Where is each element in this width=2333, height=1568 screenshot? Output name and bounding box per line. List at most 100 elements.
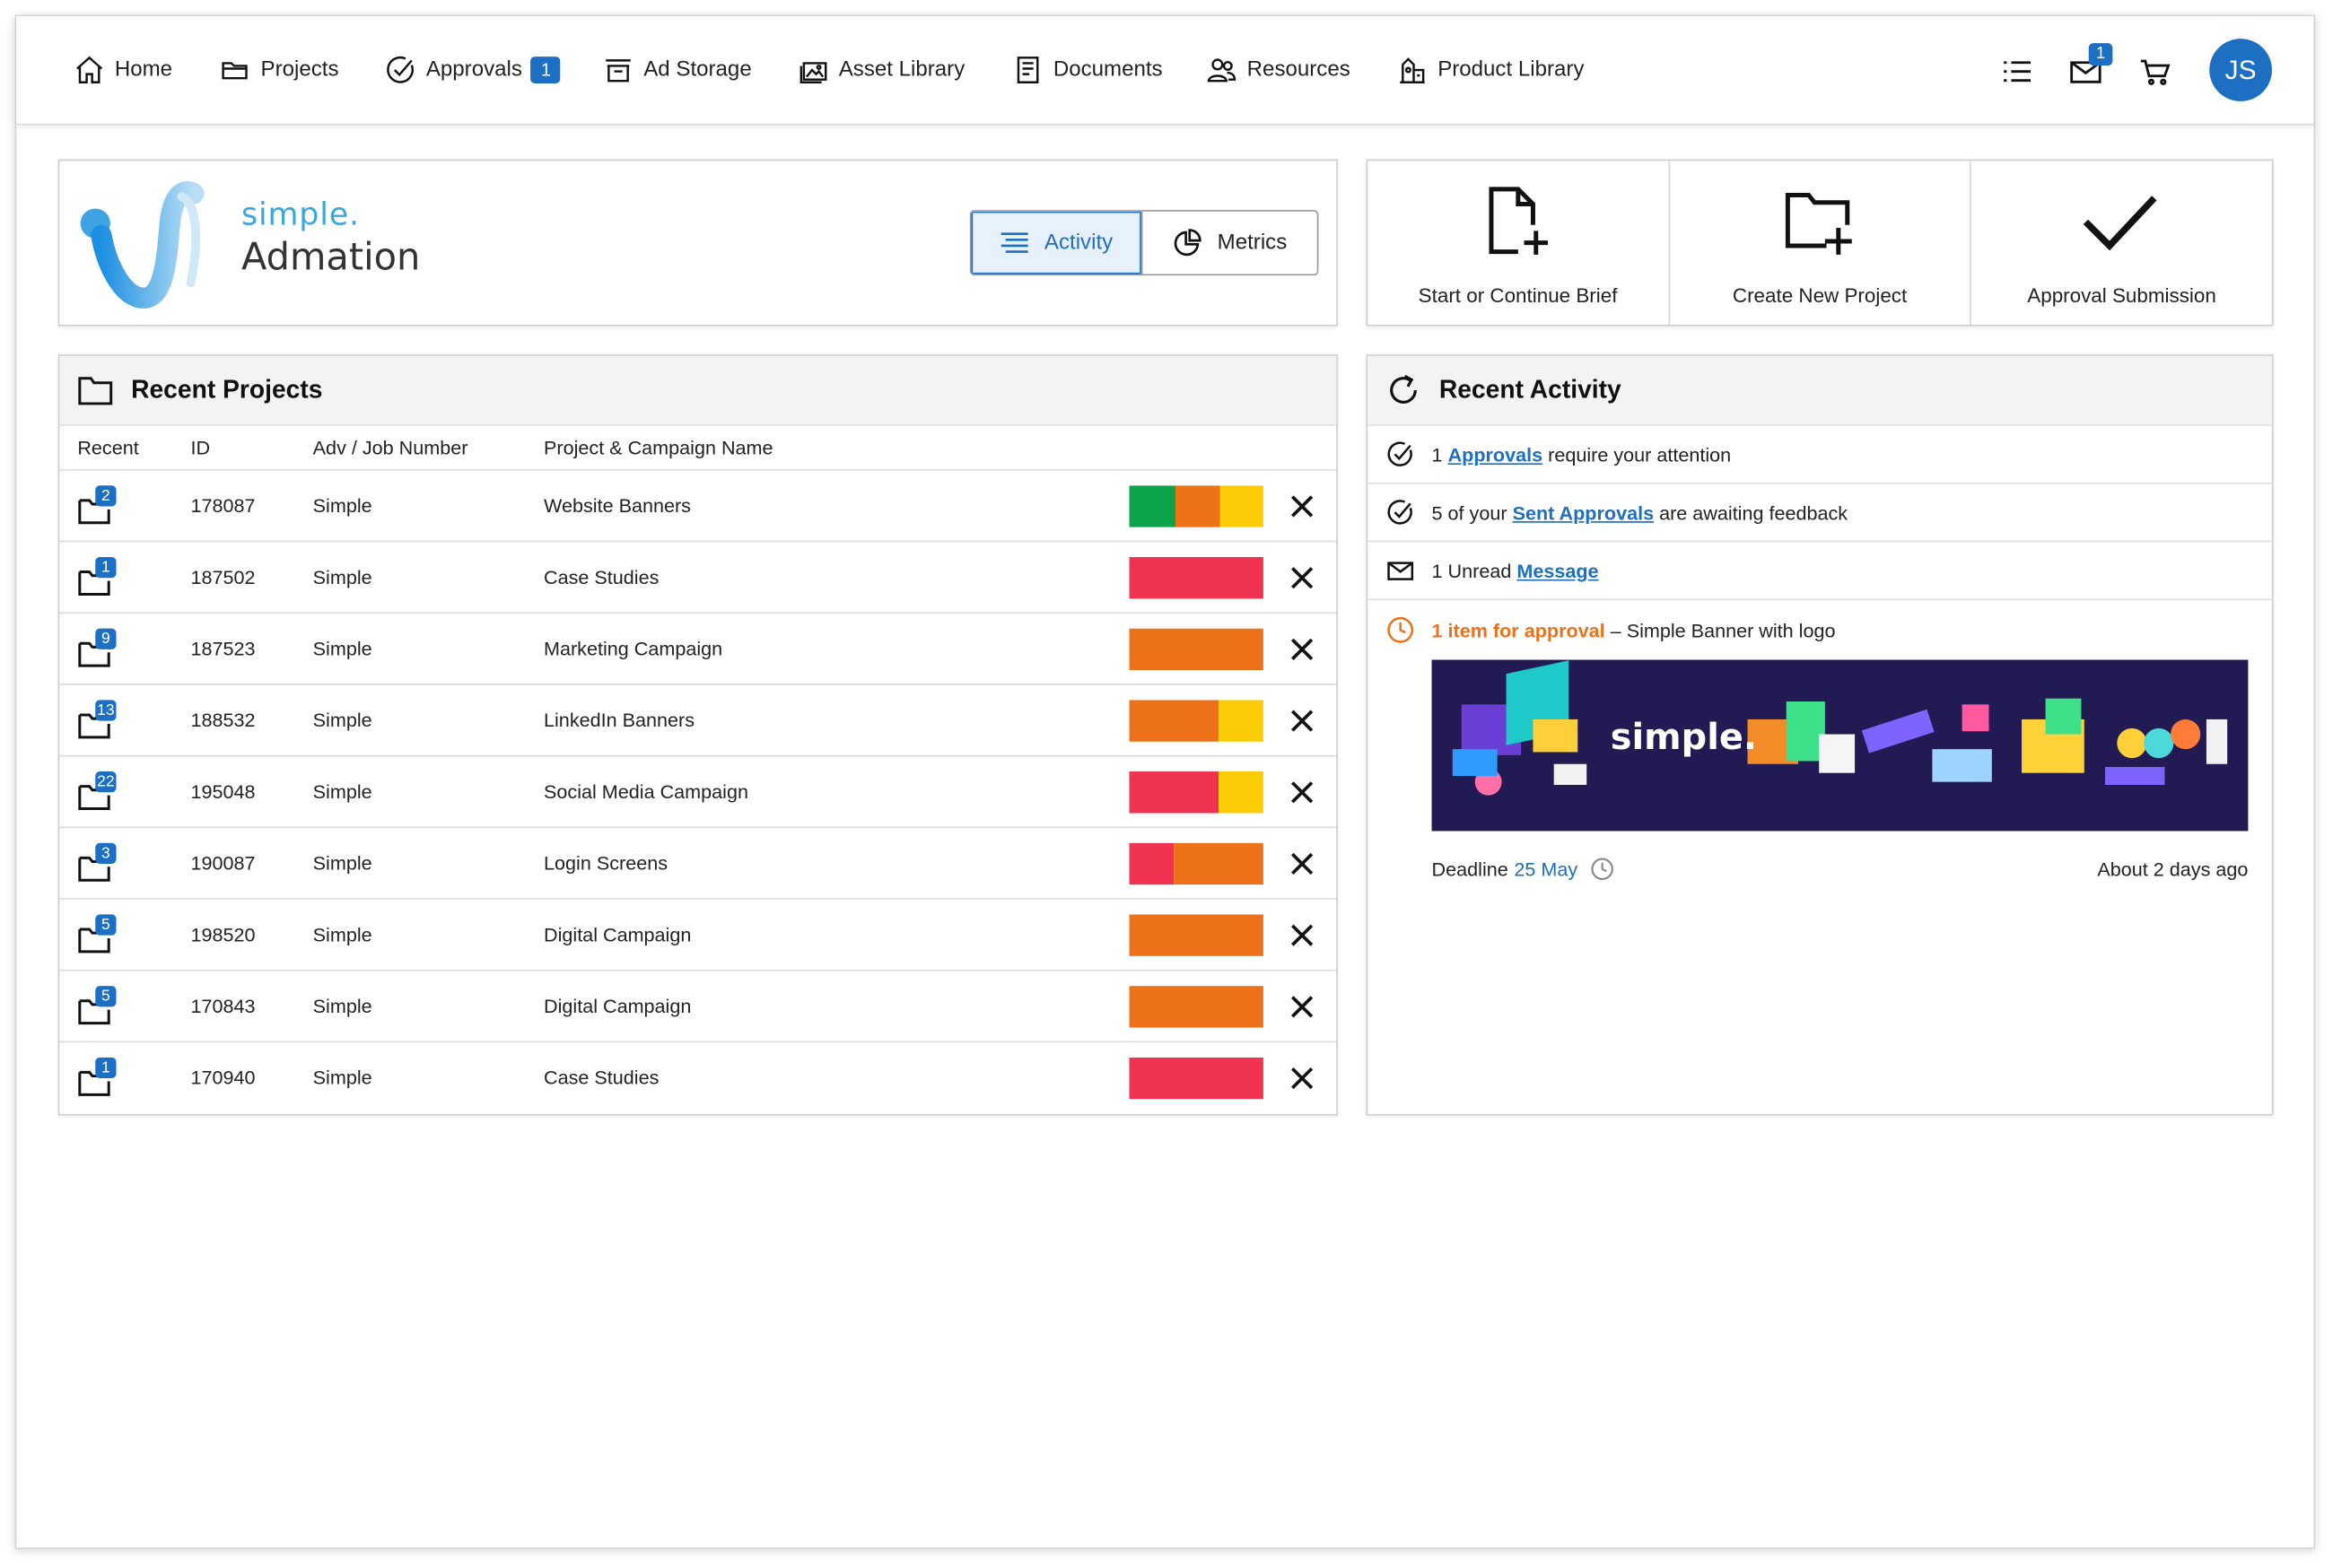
project-name: Social Media Campaign — [544, 780, 748, 803]
status-segment — [1129, 842, 1175, 885]
project-name: Login Screens — [544, 851, 668, 875]
unread-count-badge: 22 — [95, 771, 117, 793]
nav-asset-library[interactable]: Asset Library — [797, 16, 965, 124]
approvals-link[interactable]: Approvals — [1448, 443, 1543, 466]
message-link[interactable]: Message — [1516, 559, 1598, 581]
messages-button[interactable]: 1 — [2067, 43, 2113, 90]
remove-project-button[interactable] — [1290, 923, 1315, 947]
col-recent: Recent — [77, 436, 139, 459]
activity-view-label: Activity — [1044, 231, 1114, 255]
remove-project-button[interactable] — [1290, 566, 1315, 590]
remove-project-button[interactable] — [1290, 852, 1315, 876]
status-bar — [1129, 556, 1263, 599]
brand-wordmark-admation: Admation — [240, 235, 421, 279]
activity-view-button[interactable]: Activity — [971, 211, 1143, 274]
nav-ad-storage[interactable]: Ad Storage — [602, 16, 752, 124]
table-row[interactable]: 13 188532 Simple LinkedIn Banners — [59, 685, 1337, 757]
top-navigation-bar: Home Projects Approvals 1 Ad Storage Ass… — [16, 16, 2314, 126]
project-folder-button[interactable]: 9 — [77, 628, 118, 670]
nav-documents[interactable]: Documents — [1011, 16, 1163, 124]
status-segment — [1129, 771, 1219, 814]
project-folder-button[interactable]: 1 — [77, 556, 118, 598]
project-id: 190087 — [190, 851, 256, 875]
approval-item-highlight[interactable]: 1 item for approval — [1432, 619, 1605, 641]
user-avatar[interactable]: JS — [2209, 39, 2272, 101]
project-id: 170843 — [190, 995, 256, 1017]
recent-projects-panel: Recent Projects Recent ID Adv / Job Numb… — [57, 354, 1338, 1116]
sent-approvals-link[interactable]: Sent Approvals — [1513, 501, 1655, 524]
project-folder-button[interactable]: 5 — [77, 914, 118, 956]
table-row[interactable]: 2 178087 Simple Website Banners — [59, 471, 1337, 543]
status-bar — [1129, 700, 1263, 742]
remove-project-button[interactable] — [1290, 709, 1315, 733]
approval-item-dash: – — [1610, 618, 1621, 641]
status-bar — [1129, 914, 1263, 956]
remove-project-button[interactable] — [1290, 995, 1315, 1019]
project-folder-button[interactable]: 13 — [77, 700, 118, 742]
check-circle-icon — [1387, 441, 1412, 466]
metrics-view-label: Metrics — [1217, 231, 1288, 255]
status-bar — [1129, 628, 1263, 671]
nav-resources[interactable]: Resources — [1205, 16, 1350, 124]
recent-activity-header: Recent Activity — [1367, 355, 2272, 426]
status-segment — [1129, 485, 1175, 527]
project-folder-button[interactable]: 5 — [77, 986, 118, 1027]
table-row[interactable]: 5 170843 Simple Digital Campaign — [59, 971, 1337, 1043]
unread-prefix: 1 Unread — [1431, 559, 1512, 582]
approval-submission-button[interactable]: Approval Submission — [1971, 161, 2272, 325]
nav-product-library[interactable]: Product Library — [1396, 16, 1584, 124]
status-segment — [1129, 1057, 1263, 1100]
close-icon — [1291, 852, 1314, 875]
brand-card: simple. Admation Activity Metrics — [57, 159, 1338, 327]
project-folder-button[interactable]: 22 — [77, 771, 118, 813]
nav-ad-storage-label: Ad Storage — [643, 57, 752, 83]
approvals-count-badge: 1 — [530, 57, 562, 83]
close-icon — [1291, 567, 1314, 589]
messages-count-badge: 1 — [2088, 43, 2113, 66]
nav-home[interactable]: Home — [73, 16, 172, 124]
project-folder-button[interactable]: 1 — [77, 1057, 118, 1099]
nav-approvals[interactable]: Approvals 1 — [384, 16, 562, 124]
project-name: Digital Campaign — [544, 995, 692, 1017]
create-project-button[interactable]: Create New Project — [1670, 161, 1972, 325]
image-stack-icon — [800, 62, 827, 83]
adv-job-number: Simple — [312, 1066, 372, 1089]
close-icon — [1291, 924, 1314, 946]
list-menu-button[interactable] — [1999, 54, 2035, 90]
table-row[interactable]: 3 190087 Simple Login Screens — [59, 828, 1337, 900]
adv-job-number: Simple — [312, 851, 372, 875]
nav-projects-label: Projects — [260, 57, 339, 83]
banner-preview-image[interactable]: simple. — [1431, 659, 2249, 832]
project-id: 187523 — [190, 637, 256, 660]
project-id: 198520 — [190, 923, 256, 946]
cart-button[interactable] — [2138, 54, 2174, 90]
deadline-row: Deadline 25 May About 2 days ago — [1432, 853, 2249, 883]
quick-actions-card: Start or Continue Brief Create New Proje… — [1366, 159, 2274, 327]
table-row[interactable]: 9 187523 Simple Marketing Campaign — [59, 614, 1337, 685]
start-brief-button[interactable]: Start or Continue Brief — [1367, 161, 1670, 325]
remove-project-button[interactable] — [1290, 1067, 1315, 1091]
remove-project-button[interactable] — [1290, 780, 1315, 805]
deadline-label: Deadline — [1431, 857, 1508, 880]
remove-project-button[interactable] — [1290, 494, 1315, 518]
new-folder-icon — [1785, 193, 1851, 255]
project-folder-button[interactable]: 3 — [77, 842, 118, 884]
unread-count-badge: 1 — [95, 1057, 117, 1079]
table-row[interactable]: 5 198520 Simple Digital Campaign — [59, 900, 1337, 971]
table-row[interactable]: 1 170940 Simple Case Studies — [59, 1042, 1336, 1112]
project-folder-button[interactable]: 2 — [77, 485, 118, 527]
lines-icon — [1000, 232, 1028, 253]
status-bar — [1129, 842, 1263, 885]
col-project-name: Project & Campaign Name — [544, 436, 773, 459]
project-name: Website Banners — [544, 494, 691, 518]
remove-project-button[interactable] — [1290, 638, 1315, 662]
table-row[interactable]: 22 195048 Simple Social Media Campaign — [59, 756, 1337, 829]
nav-approvals-label: Approvals — [425, 57, 522, 83]
adv-job-number: Simple — [312, 923, 372, 946]
brand-wordmark-simple: simple. — [240, 196, 360, 233]
nav-projects[interactable]: Projects — [219, 16, 339, 124]
status-segment — [1219, 771, 1263, 814]
metrics-view-button[interactable]: Metrics — [1142, 212, 1316, 274]
project-id: 178087 — [190, 494, 256, 518]
table-row[interactable]: 1 187502 Simple Case Studies — [59, 542, 1337, 614]
